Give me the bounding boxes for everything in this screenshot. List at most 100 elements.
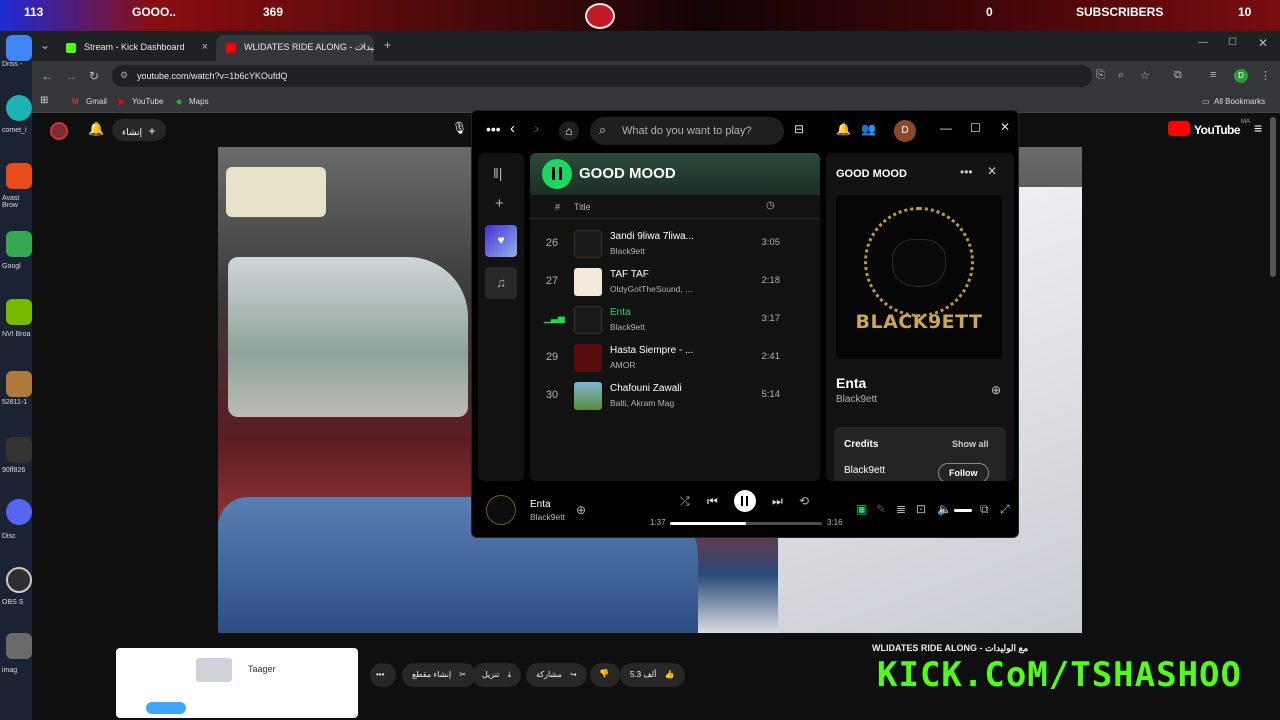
liked-songs-icon[interactable]: ♥ bbox=[485, 225, 517, 257]
dislike-button[interactable]: 👎 bbox=[590, 663, 620, 687]
channel-avatar[interactable] bbox=[50, 122, 68, 140]
track-artist[interactable]: Balti, Akram Mag bbox=[610, 398, 674, 408]
miniplayer-icon[interactable]: ⧉ bbox=[980, 502, 989, 517]
fullscreen-icon[interactable]: ⤢ bbox=[1000, 502, 1010, 517]
nvidia-desktop-icon[interactable] bbox=[6, 299, 32, 325]
install-icon[interactable]: ⎘ bbox=[1096, 69, 1105, 82]
share-button[interactable]: مشاركة ↪ bbox=[526, 663, 587, 687]
queue-icon[interactable]: ≣ bbox=[896, 502, 906, 516]
close-tab-icon[interactable]: × bbox=[202, 41, 208, 53]
now-playing-view-icon[interactable]: ▣ bbox=[856, 502, 867, 516]
spotify-profile-avatar[interactable]: D bbox=[894, 120, 916, 142]
friends-activity-icon[interactable]: 👥 bbox=[861, 122, 876, 136]
back-icon[interactable]: ← bbox=[41, 69, 53, 83]
reload-icon[interactable]: ↻ bbox=[89, 69, 99, 83]
panel-close-icon[interactable]: ✕ bbox=[987, 164, 997, 178]
more-dots-icon[interactable]: ••• bbox=[486, 121, 501, 137]
extensions-icon[interactable]: ⧉ bbox=[1174, 69, 1182, 82]
forward-icon[interactable]: → bbox=[65, 69, 77, 83]
bookmark-gmail[interactable]: Gmail bbox=[86, 97, 107, 106]
create-button[interactable]: إنشاء + bbox=[112, 119, 166, 141]
youtube-logo-icon[interactable] bbox=[1168, 121, 1190, 136]
notifications-bell-icon[interactable]: 🔔 bbox=[88, 121, 104, 137]
progress-bar[interactable] bbox=[670, 522, 822, 525]
bookmark-youtube[interactable]: YouTube bbox=[132, 97, 163, 106]
bar-add-icon[interactable]: ⊕ bbox=[576, 503, 586, 517]
playlist-music-icon[interactable]: ♫ bbox=[485, 267, 517, 299]
page-scrollbar[interactable] bbox=[1270, 117, 1276, 277]
credit-artist[interactable]: Black9ett bbox=[844, 465, 885, 476]
lyrics-icon[interactable]: ✎ bbox=[876, 502, 886, 516]
spotify-search-input[interactable]: ⌕ What do you want to play? bbox=[590, 117, 784, 145]
bar-track-title[interactable]: Enta bbox=[530, 499, 551, 510]
ad-card[interactable]: Taager bbox=[116, 648, 358, 718]
sp-maximize-icon[interactable]: ☐ bbox=[970, 121, 981, 135]
download-button[interactable]: تنزيل ⤓ bbox=[472, 663, 522, 687]
sp-close-icon[interactable]: ✕ bbox=[1000, 120, 1010, 134]
track-row[interactable]: 29 Hasta Siempre - ... AMOR 2:41 bbox=[530, 339, 820, 377]
guide-menu-icon[interactable]: ≡ bbox=[1254, 120, 1262, 136]
address-bar[interactable]: ⚙ youtube.com/watch?v=1b6cYKOufdQ bbox=[112, 65, 1092, 87]
playlist-pause-button[interactable] bbox=[542, 159, 572, 189]
ad-cta-button[interactable] bbox=[146, 702, 186, 714]
comet-desktop-icon[interactable] bbox=[6, 95, 32, 121]
tab-youtube-video[interactable]: WLIDATES RIDE ALONG - ليدات × bbox=[216, 35, 374, 61]
browse-icon[interactable]: ⊟ bbox=[794, 122, 804, 136]
zoom-icon[interactable]: ⌕ bbox=[1118, 69, 1124, 82]
image-file-desktop-icon[interactable] bbox=[6, 633, 32, 659]
all-bookmarks[interactable]: All Bookmarks bbox=[1214, 97, 1265, 106]
track-artist[interactable]: OldyGotTheSound, ... bbox=[610, 284, 692, 294]
panel-more-icon[interactable]: ••• bbox=[960, 165, 973, 179]
file-desktop-icon[interactable] bbox=[6, 437, 32, 463]
close-window-icon[interactable]: ✕ bbox=[1258, 36, 1268, 50]
track-row-active[interactable]: ▁▃▅ Enta Black9ett 3:17 bbox=[530, 301, 820, 339]
track-row[interactable]: 26 3andi 9liwa 7liwa... Black9ett 3:05 bbox=[530, 225, 820, 263]
new-tab-icon[interactable]: + bbox=[384, 38, 391, 52]
notifications-icon[interactable]: 🔔 bbox=[836, 122, 851, 136]
track-artist[interactable]: AMOR bbox=[610, 360, 636, 370]
bar-album-art[interactable] bbox=[486, 495, 516, 525]
shuffle-icon[interactable]: ⤮ bbox=[680, 494, 690, 509]
track-row[interactable]: 27 TAF TAF OldyGotTheSound, ... 2:18 bbox=[530, 263, 820, 301]
site-info-icon[interactable]: ⚙ bbox=[120, 70, 128, 81]
clip-button[interactable]: إنشاء مقطع ✂ bbox=[402, 663, 477, 687]
volume-icon[interactable]: 🔈 bbox=[937, 502, 952, 516]
youtube-logo-text[interactable]: YouTube bbox=[1194, 123, 1241, 137]
track-artist[interactable]: Black9ett bbox=[610, 246, 645, 256]
media-icon[interactable]: ≡ bbox=[1210, 69, 1216, 81]
back-icon[interactable]: ‹ bbox=[510, 120, 515, 137]
next-icon[interactable]: ⏭ bbox=[772, 494, 783, 509]
pause-button[interactable] bbox=[734, 490, 756, 512]
library-icon[interactable]: ‖| bbox=[493, 165, 502, 181]
image-desktop-icon[interactable] bbox=[6, 371, 32, 397]
home-icon[interactable]: ⌂ bbox=[559, 121, 579, 141]
bookmark-maps[interactable]: Maps bbox=[189, 97, 209, 106]
menu-kebab-icon[interactable]: ⋮ bbox=[1260, 69, 1271, 82]
create-playlist-icon[interactable]: + bbox=[495, 195, 504, 212]
profile-avatar[interactable]: D bbox=[1234, 69, 1248, 83]
close-tab-icon[interactable]: × bbox=[360, 41, 366, 53]
like-button[interactable]: 5.3 ألف 👍 bbox=[620, 663, 685, 687]
chrome-desktop-icon[interactable] bbox=[6, 35, 32, 61]
bookmark-star-icon[interactable]: ☆ bbox=[1140, 69, 1150, 82]
add-to-library-icon[interactable]: ⊕ bbox=[991, 383, 1001, 397]
volume-slider[interactable] bbox=[954, 509, 972, 512]
track-artist[interactable]: Black9ett bbox=[610, 322, 645, 332]
repeat-icon[interactable]: ⟲ bbox=[799, 494, 809, 508]
tab-search-icon[interactable]: ⌄ bbox=[40, 38, 50, 52]
bar-track-artist[interactable]: Black9ett bbox=[530, 512, 565, 522]
maximize-icon[interactable]: ☐ bbox=[1228, 37, 1237, 48]
discord-desktop-icon[interactable] bbox=[6, 499, 32, 525]
avast-desktop-icon[interactable] bbox=[6, 163, 32, 189]
show-all-link[interactable]: Show all bbox=[952, 439, 989, 449]
apps-grid-icon[interactable]: ⊞ bbox=[40, 95, 48, 106]
forward-icon[interactable]: › bbox=[534, 120, 539, 137]
follow-button[interactable]: Follow bbox=[938, 463, 989, 481]
connect-device-icon[interactable]: ⊡ bbox=[916, 502, 926, 516]
np-track-title[interactable]: Enta bbox=[836, 375, 866, 391]
previous-icon[interactable]: ⏮ bbox=[707, 494, 718, 509]
google-desktop-icon[interactable] bbox=[6, 231, 32, 257]
track-row[interactable]: 30 Chafouni Zawali Balti, Akram Mag 5:14 bbox=[530, 377, 820, 415]
sp-minimize-icon[interactable]: — bbox=[940, 121, 952, 135]
obs-desktop-icon[interactable] bbox=[6, 567, 32, 593]
